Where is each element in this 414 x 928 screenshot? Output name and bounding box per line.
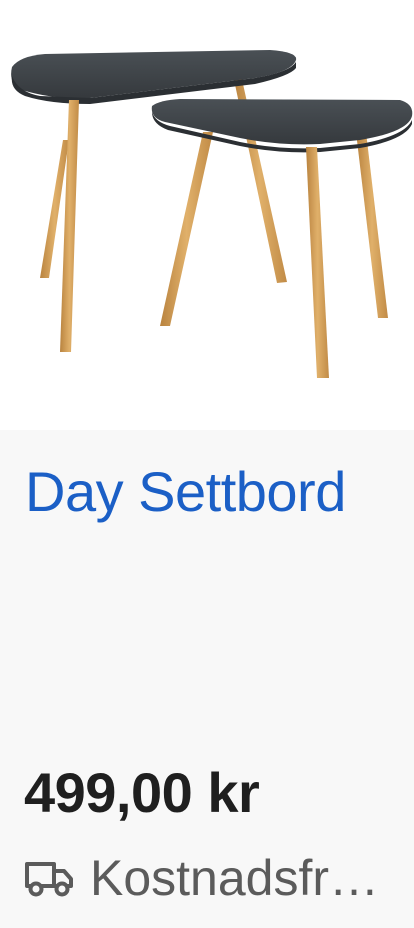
product-title[interactable]: Day Settbord [25, 458, 395, 526]
product-card[interactable]: Day Settbord 499,00 kr Kostnadsfr… [0, 0, 414, 928]
truck-icon [25, 862, 73, 897]
table-leg [306, 147, 329, 378]
shipping-label: Kostnadsfr… [90, 850, 380, 906]
shipping-info: Kostnadsfr… [24, 848, 404, 908]
product-image[interactable] [0, 0, 414, 430]
table-leg [160, 132, 213, 326]
table-leg [60, 100, 79, 352]
table-top [151, 99, 413, 145]
product-price: 499,00 kr [24, 761, 260, 824]
product-image-art [11, 50, 413, 378]
table-leg [356, 132, 388, 318]
